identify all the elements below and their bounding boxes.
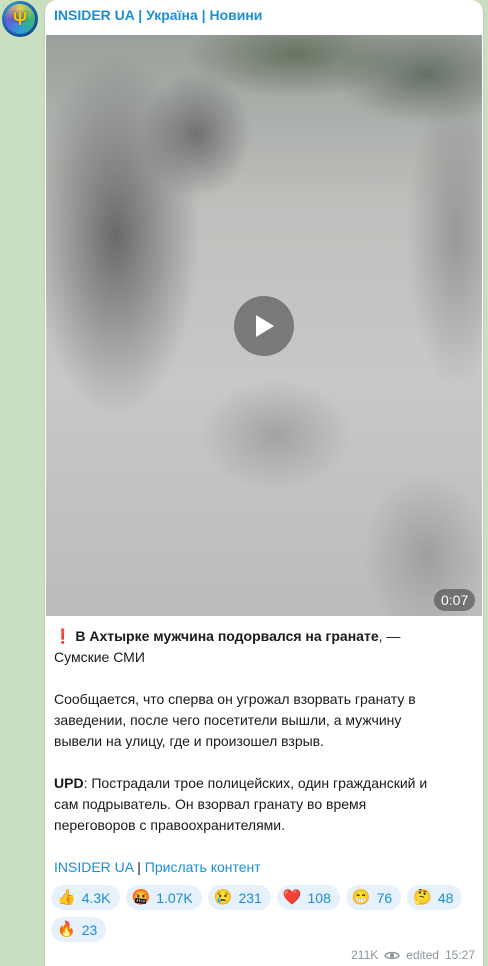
reaction-thinking[interactable]: 🤔 48 bbox=[407, 885, 463, 910]
reaction-crying[interactable]: 😢 231 bbox=[207, 885, 271, 910]
upd-label: UPD bbox=[54, 775, 84, 791]
reaction-thumbs-up[interactable]: 👍 4.3K bbox=[51, 885, 120, 910]
reaction-heart[interactable]: ❤️ 108 bbox=[276, 885, 340, 910]
post-headline: ❗️ В Ахтырке мужчина подорвался на грана… bbox=[54, 626, 449, 668]
message-time: 15:27 bbox=[444, 948, 475, 962]
channel-link[interactable]: INSIDER UA bbox=[54, 859, 133, 875]
crying-face-icon: 😢 bbox=[213, 889, 233, 906]
reaction-grin[interactable]: 😁 76 bbox=[345, 885, 402, 910]
thumbs-up-icon: 👍 bbox=[57, 889, 76, 906]
heart-icon: ❤️ bbox=[282, 889, 302, 906]
channel-avatar[interactable]: Ψ bbox=[2, 1, 38, 37]
reaction-count: 76 bbox=[376, 889, 393, 906]
play-icon bbox=[256, 315, 274, 337]
play-button[interactable] bbox=[234, 296, 294, 356]
post-text: ❗️ В Ахтырке мужчина подорвался на грана… bbox=[54, 626, 449, 836]
reaction-angry[interactable]: 🤬 1.07K bbox=[125, 885, 202, 910]
headline-bold: В Ахтырке мужчина подорвался на гранате bbox=[75, 628, 379, 644]
reaction-fire[interactable]: 🔥 23 bbox=[51, 917, 107, 942]
reaction-count: 48 bbox=[437, 889, 454, 906]
reaction-count: 4.3K bbox=[81, 889, 111, 906]
thinking-face-icon: 🤔 bbox=[413, 889, 432, 906]
reaction-count: 1.07K bbox=[156, 889, 193, 906]
trident-icon: Ψ bbox=[12, 8, 28, 29]
fire-icon: 🔥 bbox=[57, 921, 76, 938]
send-content-link[interactable]: Прислать контент bbox=[145, 859, 261, 875]
message-bubble: INSIDER UA | Україна | Новини 0:07 ❗️ В … bbox=[45, 0, 483, 966]
reaction-count: 231 bbox=[238, 889, 262, 906]
post-update: UPD: Пострадали трое полицейских, один г… bbox=[54, 773, 449, 836]
upd-text: : Пострадали трое полицейских, один граж… bbox=[54, 775, 428, 833]
post-links: INSIDER UA | Прислать контент bbox=[54, 857, 261, 878]
grin-face-icon: 😁 bbox=[351, 889, 371, 906]
channel-name[interactable]: INSIDER UA | Україна | Новини bbox=[54, 7, 262, 23]
edited-label: edited bbox=[406, 948, 439, 962]
exclamation-icon: ❗️ bbox=[54, 628, 72, 644]
post-paragraph: Сообщается, что сперва он угрожал взорва… bbox=[54, 691, 416, 749]
video-player[interactable]: 0:07 bbox=[46, 35, 482, 616]
eye-icon bbox=[384, 951, 401, 959]
view-count: 211K bbox=[351, 948, 379, 962]
message-meta: 211K edited 15:27 bbox=[351, 948, 475, 962]
video-duration: 0:07 bbox=[434, 589, 476, 611]
angry-face-icon: 🤬 bbox=[131, 889, 151, 906]
link-separator: | bbox=[133, 859, 145, 875]
reaction-count: 108 bbox=[307, 889, 331, 906]
reaction-count: 23 bbox=[81, 921, 98, 938]
reactions-bar: 👍 4.3K 🤬 1.07K 😢 231 ❤️ 108 😁 76 🤔 48 🔥 23 bbox=[51, 885, 479, 942]
